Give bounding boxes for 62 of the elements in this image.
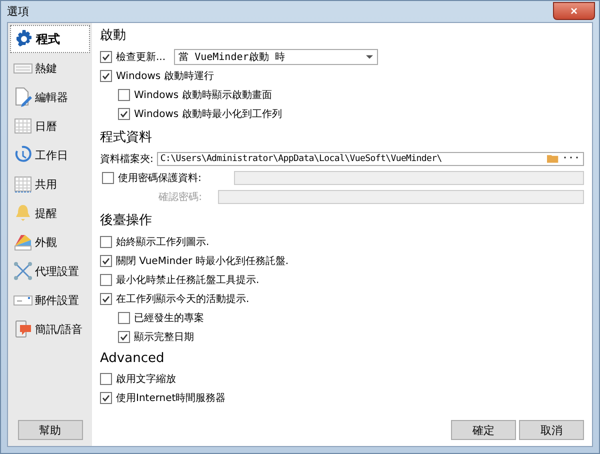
sidebar-item[interactable]: 程式 <box>10 25 90 53</box>
checkbox[interactable] <box>102 172 114 184</box>
dialog-button[interactable]: 確定 <box>451 420 516 440</box>
sidebar-item[interactable]: 工作日 <box>10 141 90 169</box>
checkbox-label: Windows 啟動時顯示啟動畫面 <box>134 88 272 102</box>
help-button[interactable]: 幫助 <box>18 420 82 440</box>
checkbox[interactable] <box>118 88 130 100</box>
checkbox[interactable] <box>100 236 112 248</box>
sidebar-item[interactable]: 編輯器 <box>10 83 90 111</box>
checkbox-label: 啟用文字縮放 <box>116 372 176 386</box>
document-pen-icon <box>13 87 33 107</box>
phone-message-icon <box>13 319 33 339</box>
checkbox-label: 最小化時禁止任務託盤工具提示. <box>116 274 260 286</box>
checkbox[interactable] <box>100 254 112 266</box>
checkbox-label: Windows 啟動時最小化到工作列 <box>134 108 282 120</box>
field-label: 確認密碼: <box>158 190 203 204</box>
checkbox[interactable] <box>118 330 130 342</box>
dialog-button[interactable]: 取消 <box>519 420 584 440</box>
section-heading: 程式資料 <box>100 129 153 146</box>
checkbox-label: 使用Internet時間服務器 <box>116 392 226 404</box>
checkbox-label: 顯示完整日期 <box>134 330 194 344</box>
more-button[interactable]: ··· <box>562 153 583 164</box>
section-heading: 後臺操作 <box>100 212 153 229</box>
password-field[interactable] <box>218 190 584 204</box>
checkbox[interactable] <box>100 50 112 62</box>
section-heading: Advanced <box>100 351 166 366</box>
sidebar-item[interactable]: 共用 <box>10 170 90 198</box>
checkbox-label: 已經發生的專案 <box>134 312 204 324</box>
checkbox[interactable] <box>100 70 112 82</box>
field-label: 資料檔案夾: <box>100 152 154 166</box>
checkbox[interactable] <box>118 108 130 120</box>
checkbox-label: 始終顯示工作列圖示. <box>116 236 210 248</box>
sidebar-item[interactable]: 提醒 <box>10 199 90 227</box>
sidebar-item[interactable]: 代理設置 <box>10 257 90 285</box>
bell-icon <box>13 203 33 223</box>
folder-path-field[interactable]: C:\Users\Administrator\AppData\Local\VueSoft\VueMinder\ ··· <box>157 152 584 166</box>
checkbox-label: 關閉 VueMinder 時最小化到任務託盤. <box>116 254 289 268</box>
sidebar-item[interactable]: 郵件設置 <box>10 286 90 314</box>
checkbox[interactable] <box>100 372 112 384</box>
network-icon <box>13 261 33 281</box>
sidebar-item[interactable]: 日曆 <box>10 112 90 140</box>
palette-icon <box>13 232 33 252</box>
checkbox[interactable] <box>100 392 112 404</box>
calendar-icon <box>13 116 33 136</box>
calendar-icon <box>13 174 33 194</box>
checkbox-label: 在工作列顯示今天的活動提示. <box>116 292 250 306</box>
checkbox[interactable] <box>100 292 112 304</box>
checkbox[interactable] <box>100 274 112 286</box>
clock-icon <box>13 145 33 165</box>
sidebar-item[interactable]: 熱鍵 <box>10 54 90 82</box>
section-heading: 啟動 <box>100 27 127 44</box>
gear-icon <box>14 29 34 49</box>
password-field[interactable] <box>234 170 584 184</box>
sidebar-item[interactable]: 外觀 <box>10 228 90 256</box>
checkbox-label: 檢查更新... <box>116 50 166 64</box>
checkbox[interactable] <box>118 312 130 324</box>
checkbox-label: 使用密碼保護資料: <box>118 172 202 184</box>
window-title: 選項 <box>7 4 29 19</box>
caret-icon <box>366 54 373 58</box>
dropdown[interactable]: 當 VueMinder啟動 時 <box>174 48 378 64</box>
checkbox-label: Windows 啟動時運行 <box>116 70 214 82</box>
sidebar-item[interactable]: 簡訊/語音 <box>10 315 90 343</box>
